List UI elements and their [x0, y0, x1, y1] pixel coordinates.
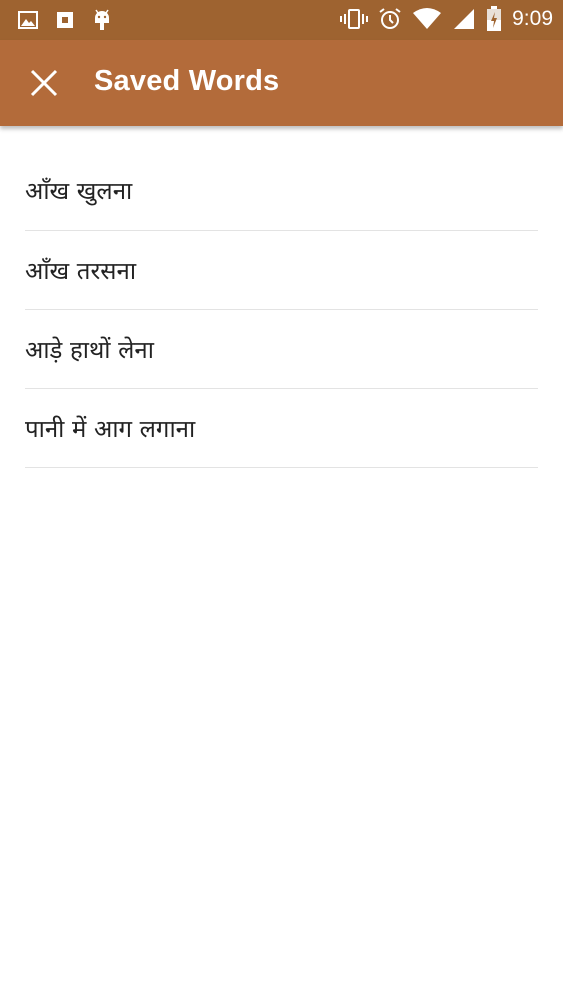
wifi-icon — [412, 7, 442, 31]
status-bar: 9:09 — [0, 0, 563, 40]
image-icon — [18, 10, 38, 30]
status-time: 9:09 — [512, 7, 553, 30]
saved-word-item[interactable]: आँख तरसना — [25, 231, 538, 310]
signal-icon — [452, 7, 476, 31]
saved-word-item[interactable]: आँख खुलना — [25, 151, 538, 231]
saved-words-list: आँख खुलना आँख तरसना आड़े हाथों लेना पानी… — [25, 151, 538, 468]
system-status-icons: 9:09 — [340, 6, 553, 32]
camera-icon — [56, 11, 74, 29]
notification-icons — [18, 8, 112, 32]
saved-word-item[interactable]: पानी में आग लगाना — [25, 389, 538, 468]
app-bar: Saved Words — [0, 40, 563, 126]
close-icon — [29, 68, 59, 98]
page-title: Saved Words — [94, 65, 280, 97]
battery-icon — [486, 6, 502, 32]
alarm-icon — [378, 7, 402, 31]
saved-word-item[interactable]: आड़े हाथों लेना — [25, 310, 538, 389]
vibrate-icon — [340, 7, 369, 31]
close-button[interactable] — [22, 61, 66, 105]
android-icon — [92, 8, 112, 32]
